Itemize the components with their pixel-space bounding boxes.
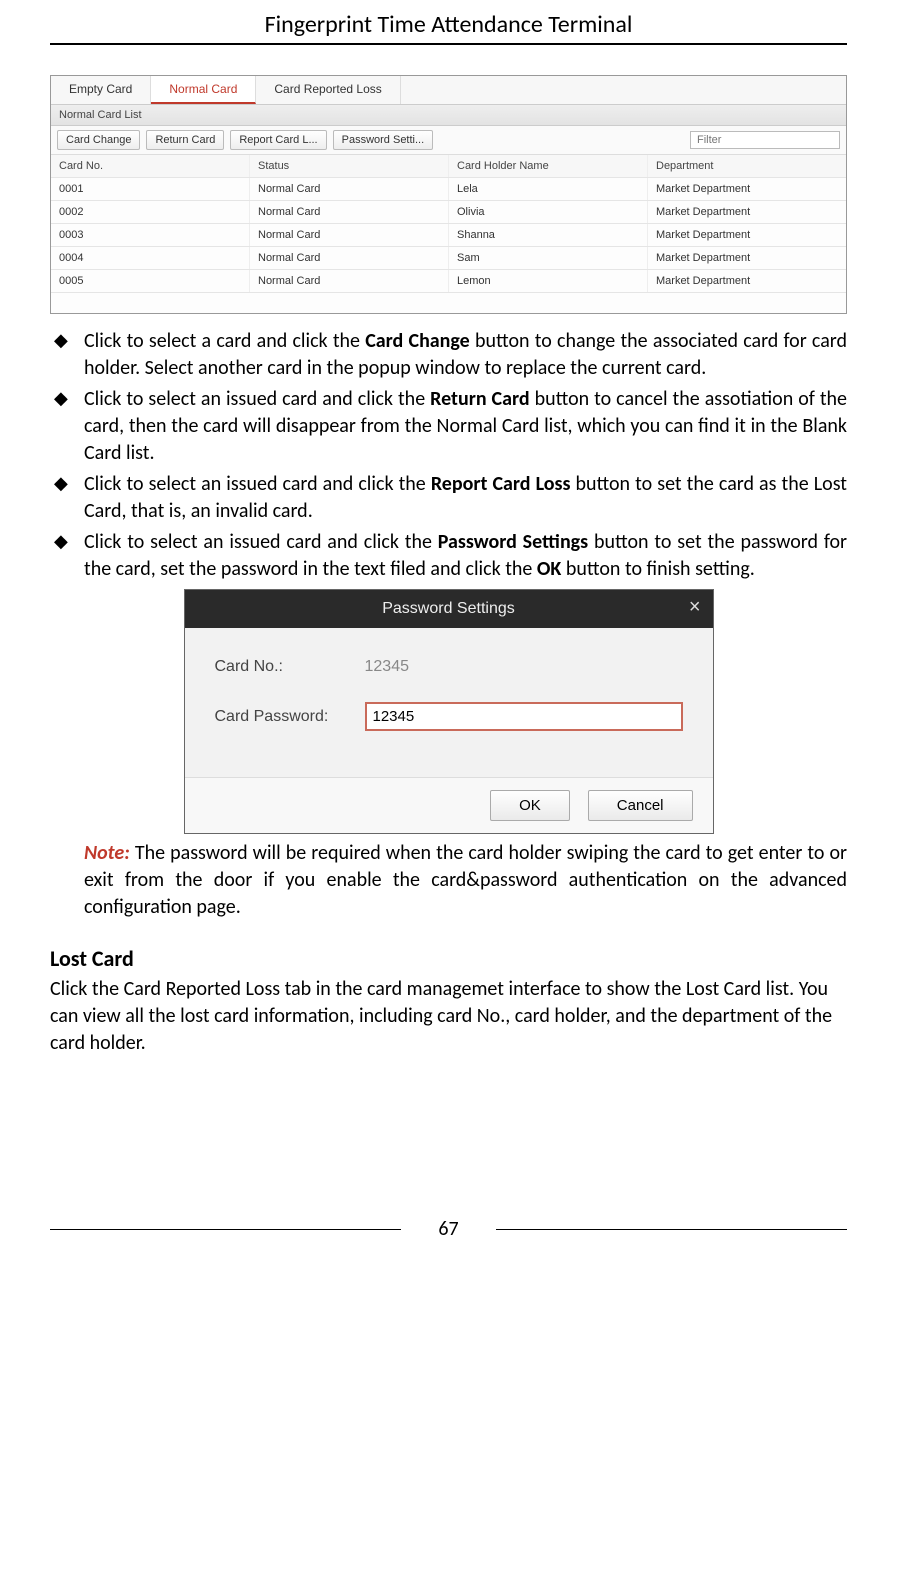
table-row[interactable]: 0001 Normal Card Lela Market Department: [51, 178, 846, 201]
password-settings-dialog: Password Settings × Card No.: 12345 Card…: [184, 589, 714, 834]
note-label: Note:: [84, 841, 130, 865]
cell: Market Department: [648, 224, 846, 246]
cancel-button[interactable]: Cancel: [588, 790, 693, 821]
report-card-loss-button[interactable]: Report Card L...: [230, 130, 326, 150]
cell: Sam: [449, 247, 648, 269]
password-dialog-figure: Password Settings × Card No.: 12345 Card…: [50, 589, 847, 834]
col-holder: Card Holder Name: [449, 155, 648, 177]
cell: Shanna: [449, 224, 648, 246]
bold: Password Settings: [438, 530, 588, 554]
tab-normal-card[interactable]: Normal Card: [151, 76, 256, 104]
bold: Report Card Loss: [431, 472, 571, 496]
text: Click to select an issued card and click…: [84, 530, 438, 554]
col-card-no: Card No.: [51, 155, 250, 177]
row-card-password: Card Password:: [215, 702, 683, 731]
grid-body: 0001 Normal Card Lela Market Department …: [51, 178, 846, 313]
bold: OK: [537, 557, 561, 581]
text: Click to select an issued card and click…: [84, 472, 431, 496]
cell: Normal Card: [250, 247, 449, 269]
tab-empty-card[interactable]: Empty Card: [51, 76, 151, 104]
card-tabs: Empty Card Normal Card Card Reported Los…: [51, 76, 846, 105]
card-change-button[interactable]: Card Change: [57, 130, 140, 150]
close-icon[interactable]: ×: [689, 596, 701, 619]
label-card-no: Card No.:: [215, 658, 365, 676]
bold: Return Card: [430, 387, 529, 411]
instruction-list: Click to select a card and click the Car…: [50, 328, 847, 583]
label-card-password: Card Password:: [215, 708, 365, 726]
cell: Market Department: [648, 247, 846, 269]
text: Click to select an issued card and click…: [84, 387, 430, 411]
cell: Normal Card: [250, 270, 449, 292]
section-label: Normal Card List: [51, 105, 846, 126]
dialog-titlebar: Password Settings ×: [185, 590, 713, 628]
list-item: Click to select a card and click the Car…: [84, 328, 847, 382]
cell: 0002: [51, 201, 250, 223]
text: Click to select a card and click the: [84, 329, 365, 353]
cell: Normal Card: [250, 178, 449, 200]
cell: Normal Card: [250, 224, 449, 246]
col-department: Department: [648, 155, 846, 177]
list-item: Click to select an issued card and click…: [84, 471, 847, 525]
toolbar: Card Change Return Card Report Card L...…: [51, 126, 846, 155]
value-card-no: 12345: [365, 658, 410, 676]
col-status: Status: [250, 155, 449, 177]
cell: Market Department: [648, 201, 846, 223]
dialog-body: Card No.: 12345 Card Password:: [185, 628, 713, 777]
cell: Lemon: [449, 270, 648, 292]
text: button to finish setting.: [561, 557, 754, 581]
cell: 0001: [51, 178, 250, 200]
note: Note: The password will be required when…: [50, 840, 847, 921]
cell: 0005: [51, 270, 250, 292]
doc-title: Fingerprint Time Attendance Terminal: [50, 10, 847, 45]
row-card-no: Card No.: 12345: [215, 658, 683, 676]
cell: Lela: [449, 178, 648, 200]
lost-card-text: Click the Card Reported Loss tab in the …: [50, 976, 847, 1057]
table-row[interactable]: 0004 Normal Card Sam Market Department: [51, 247, 846, 270]
page-number: 67: [50, 1217, 847, 1241]
grid-header: Card No. Status Card Holder Name Departm…: [51, 155, 846, 178]
list-item: Click to select an issued card and click…: [84, 386, 847, 467]
table-row[interactable]: 0003 Normal Card Shanna Market Departmen…: [51, 224, 846, 247]
cell: 0004: [51, 247, 250, 269]
tab-card-reported-loss[interactable]: Card Reported Loss: [256, 76, 400, 104]
ok-button[interactable]: OK: [490, 790, 570, 821]
card-password-input[interactable]: [365, 702, 683, 731]
note-text: The password will be required when the c…: [84, 841, 847, 919]
cell: Market Department: [648, 178, 846, 200]
bold: Card Change: [365, 329, 470, 353]
cell: Market Department: [648, 270, 846, 292]
cell: 0003: [51, 224, 250, 246]
table-row[interactable]: 0002 Normal Card Olivia Market Departmen…: [51, 201, 846, 224]
table-row[interactable]: 0005 Normal Card Lemon Market Department: [51, 270, 846, 293]
card-management-window: Empty Card Normal Card Card Reported Los…: [50, 75, 847, 314]
password-settings-button[interactable]: Password Setti...: [333, 130, 434, 150]
list-item: Click to select an issued card and click…: [84, 529, 847, 583]
return-card-button[interactable]: Return Card: [146, 130, 224, 150]
cell: Normal Card: [250, 201, 449, 223]
dialog-buttons: OK Cancel: [185, 777, 713, 833]
dialog-title: Password Settings: [382, 600, 515, 618]
cell: Olivia: [449, 201, 648, 223]
filter-input[interactable]: [690, 131, 840, 149]
lost-card-heading: Lost Card: [50, 945, 847, 972]
